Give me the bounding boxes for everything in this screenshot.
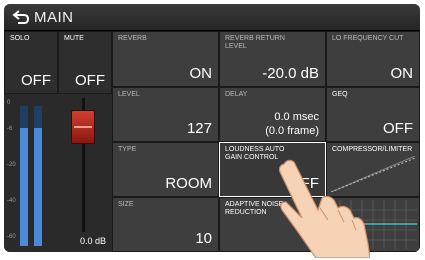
level-value: 127 <box>186 120 212 137</box>
reverb-return-label: REVERB RETURN LEVEL <box>225 35 285 50</box>
level-meter-area: 0 -6 -20 -40 -60 0.0 dB <box>4 94 113 252</box>
delay-field[interactable]: DELAY 0.0 msec (0.0 frame) <box>219 87 326 142</box>
delay-frame: (0.0 frame) <box>265 125 319 137</box>
delay-label: DELAY <box>225 91 248 98</box>
solo-value: OFF <box>21 72 51 89</box>
mute-label: MUTE <box>64 35 84 42</box>
lo-freq-cut-label: LO FREQUENCY CUT <box>332 35 404 42</box>
size-label: SIZE <box>118 201 134 208</box>
compressor-label: COMPRESSOR/LIMITER <box>332 146 413 153</box>
meter-scale-60: -60 <box>7 234 16 240</box>
page-title: MAIN <box>34 9 74 26</box>
type-label: TYPE <box>118 146 137 153</box>
meter-scale-6: -6 <box>7 126 13 132</box>
geq-label: GEQ <box>332 91 348 98</box>
solo-label: SOLO <box>10 35 30 42</box>
meter-right <box>34 128 42 246</box>
fader-knob[interactable] <box>71 110 95 144</box>
type-value: ROOM <box>165 175 212 192</box>
delay-value: 0.0 msec (0.0 frame) <box>265 110 319 138</box>
size-value: 10 <box>195 230 212 247</box>
mute-button[interactable]: MUTE OFF <box>58 31 112 94</box>
title-bar: MAIN <box>4 4 420 31</box>
reverb-label: REVERB <box>118 35 147 42</box>
geq-value: OFF <box>383 120 413 137</box>
solo-button[interactable]: SOLO OFF <box>4 31 58 94</box>
level-field[interactable]: LEVEL 127 <box>112 87 219 142</box>
delay-msec: 0.0 msec <box>274 111 319 123</box>
reverb-button[interactable]: REVERB ON <box>112 31 219 87</box>
geq-button[interactable]: GEQ OFF <box>326 87 420 142</box>
pointing-hand-icon <box>278 159 370 258</box>
size-field[interactable]: SIZE 10 <box>112 197 219 252</box>
fader-value: 0.0 dB <box>79 236 106 246</box>
lo-freq-cut-value: ON <box>390 65 414 82</box>
reverb-value: ON <box>189 65 213 82</box>
meter-scale-0: 0 <box>7 100 11 106</box>
reverb-return-value: -20.0 dB <box>262 65 319 82</box>
mute-value: OFF <box>75 72 105 89</box>
level-label: LEVEL <box>118 91 140 98</box>
reverb-return-level-field[interactable]: REVERB RETURN LEVEL -20.0 dB <box>219 31 326 87</box>
lo-frequency-cut-button[interactable]: LO FREQUENCY CUT ON <box>326 31 420 87</box>
meter-left <box>20 128 28 246</box>
meter-scale-40: -40 <box>7 198 16 204</box>
back-arrow-icon[interactable] <box>12 9 30 25</box>
meter-scale-20: -20 <box>7 162 16 168</box>
type-field[interactable]: TYPE ROOM <box>112 142 219 197</box>
